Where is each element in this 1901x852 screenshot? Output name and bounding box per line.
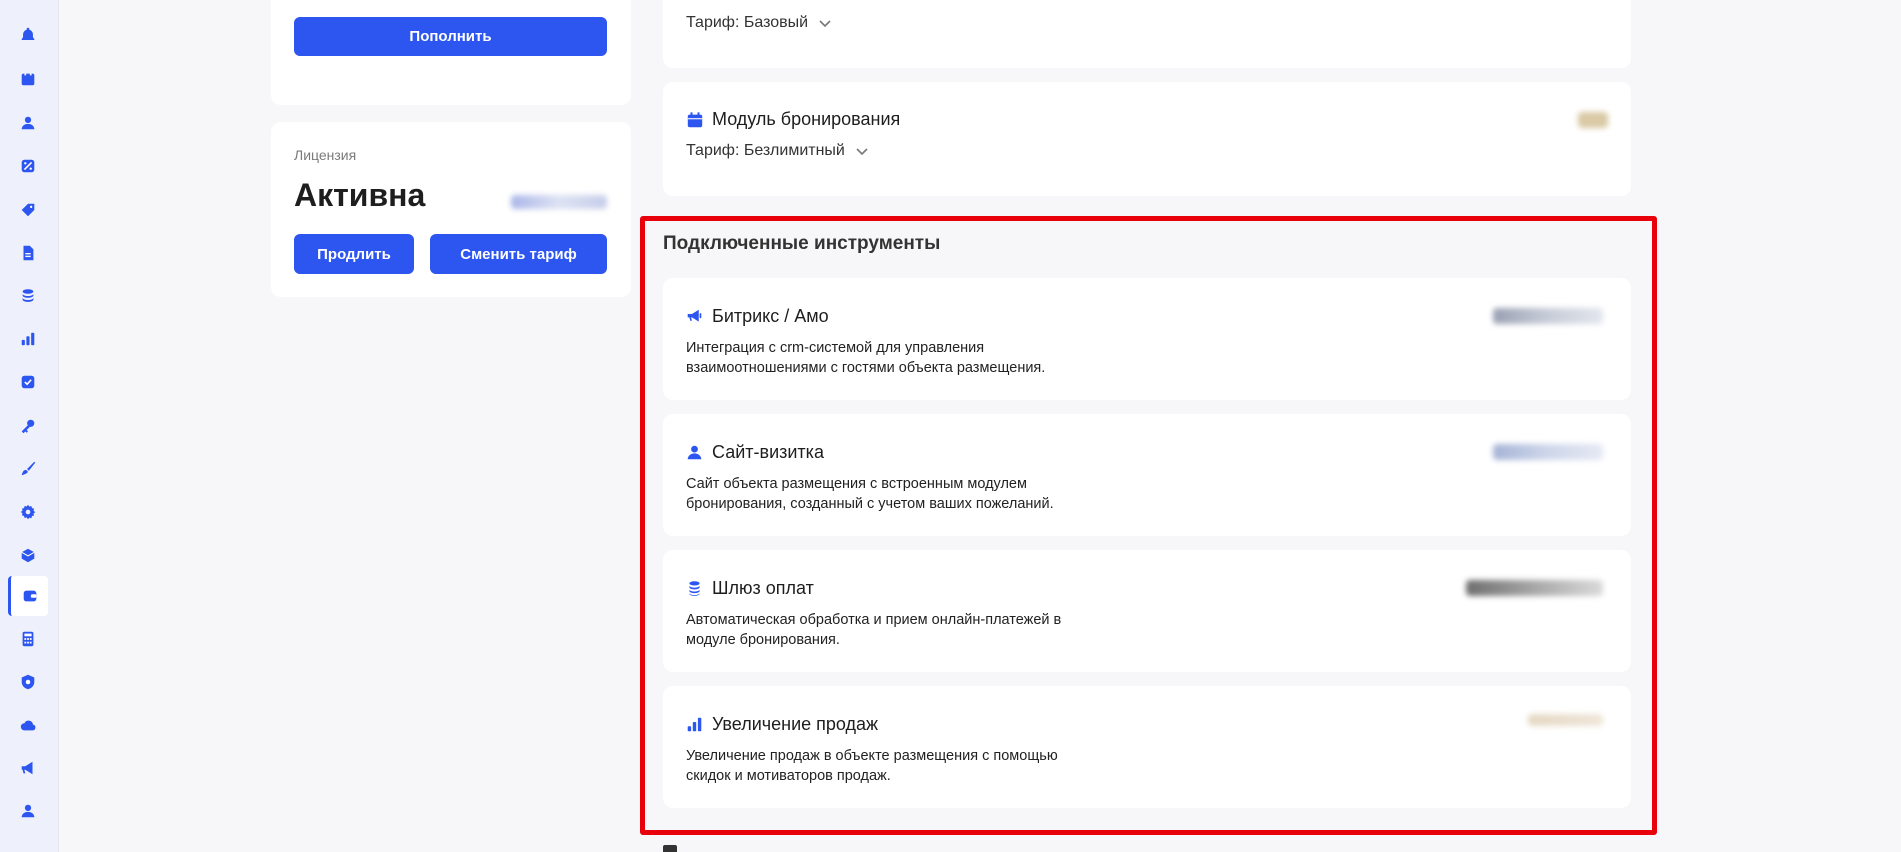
tool-card-bitrix[interactable]: Битрикс / Амо Интеграция с crm-системой …	[663, 278, 1631, 400]
checkbox-icon[interactable]	[8, 362, 48, 402]
calendar-icon	[687, 111, 703, 127]
tool-title-text: Шлюз оплат	[712, 578, 814, 598]
person-icon[interactable]	[8, 791, 48, 831]
tool-title: Шлюз оплат	[686, 578, 814, 599]
gear-icon[interactable]	[8, 492, 48, 532]
megaphone-icon	[687, 309, 702, 322]
license-label: Лицензия	[294, 147, 357, 163]
cloud-icon[interactable]	[8, 705, 48, 745]
tool-title: Сайт-визитка	[686, 442, 824, 463]
tool-description: Автоматическая обработка и прием онлайн-…	[686, 612, 1062, 648]
percent-icon[interactable]	[8, 146, 48, 186]
bar-chart-icon[interactable]	[8, 319, 48, 359]
module-card-top: Тариф: Базовый	[663, 0, 1631, 68]
tool-card-payments[interactable]: Шлюз оплат Автоматическая обработка и пр…	[663, 550, 1631, 672]
next-section-fragment	[663, 845, 677, 852]
tool-title: Увеличение продаж	[686, 714, 878, 735]
wallet-icon[interactable]	[8, 576, 48, 616]
blurred-price	[1466, 580, 1603, 596]
tariff-label: Тариф: Базовый	[686, 14, 809, 31]
calendar-icon[interactable]	[8, 59, 48, 99]
badge-icon[interactable]	[8, 662, 48, 702]
extend-button[interactable]: Продлить	[294, 234, 414, 274]
booking-module-title: Модуль бронирования	[686, 109, 900, 130]
document-icon[interactable]	[8, 233, 48, 273]
chevron-down-icon	[856, 148, 868, 156]
tool-description: Увеличение продаж в объекте размещения с…	[686, 748, 1058, 784]
tool-description: Интеграция с crm-системой для управления…	[686, 340, 1046, 376]
tool-card-sales[interactable]: Увеличение продаж Увеличение продаж в об…	[663, 686, 1631, 808]
sidebar	[0, 0, 59, 852]
coins-icon[interactable]	[8, 276, 48, 316]
license-status: Активна	[294, 177, 426, 213]
user-icon[interactable]	[8, 103, 48, 143]
chevron-down-icon	[819, 20, 831, 28]
booking-module-title-text: Модуль бронирования	[712, 109, 901, 129]
tariff-select-top[interactable]: Тариф: Базовый	[686, 14, 832, 32]
tool-title-text: Битрикс / Амо	[712, 306, 829, 326]
tag-icon[interactable]	[8, 190, 48, 230]
brush-icon[interactable]	[8, 449, 48, 489]
bell-icon[interactable]	[8, 15, 48, 55]
blurred-value	[1578, 112, 1608, 128]
coins-icon	[689, 581, 700, 596]
balance-card: Пополнить	[271, 0, 631, 105]
tool-description: Сайт объекта размещения с встроенным мод…	[686, 476, 1054, 512]
user-icon	[687, 445, 702, 460]
blurred-value	[511, 195, 607, 209]
change-tariff-button[interactable]: Сменить тариф	[430, 234, 607, 274]
tariff-select-booking[interactable]: Тариф: Безлимитный	[686, 142, 869, 160]
megaphone-icon[interactable]	[8, 748, 48, 788]
license-card: Лицензия Активна Продлить Сменить тариф	[271, 122, 631, 297]
blurred-price	[1493, 444, 1603, 460]
tool-title-text: Увеличение продаж	[712, 714, 879, 734]
tool-title: Битрикс / Амо	[686, 306, 829, 327]
tool-card-site[interactable]: Сайт-визитка Сайт объекта размещения с в…	[663, 414, 1631, 536]
tool-title-text: Сайт-визитка	[712, 442, 824, 462]
box-icon[interactable]	[8, 535, 48, 575]
bar-chart-icon	[687, 717, 702, 732]
key-icon[interactable]	[8, 406, 48, 446]
blurred-price	[1493, 308, 1603, 324]
blurred-price	[1528, 714, 1603, 726]
topup-button[interactable]: Пополнить	[294, 17, 607, 56]
section-title: Подключенные инструменты	[663, 233, 941, 254]
booking-module-card: Модуль бронирования Тариф: Безлимитный	[663, 82, 1631, 196]
tariff-label: Тариф: Безлимитный	[686, 142, 845, 159]
calculator-icon[interactable]	[8, 619, 48, 659]
